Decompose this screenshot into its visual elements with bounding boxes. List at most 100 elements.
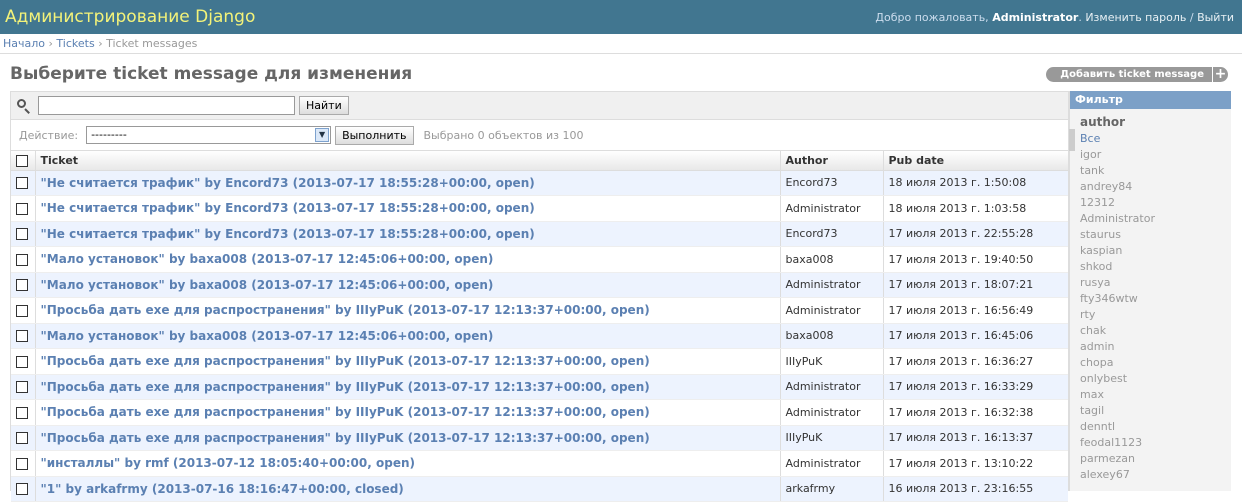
row-checkbox[interactable] (16, 279, 28, 292)
chevron-down-icon: ▼ (315, 128, 330, 142)
breadcrumb-tickets[interactable]: Tickets (56, 37, 94, 50)
row-checkbox[interactable] (16, 406, 28, 419)
row-checkbox[interactable] (16, 228, 28, 241)
search-toolbar: Найти (11, 92, 1068, 120)
table-row: "Просьба дать exe для распространения" b… (11, 348, 1068, 375)
row-select-cell (11, 450, 35, 477)
filter-item[interactable]: tagil (1080, 403, 1231, 419)
filter-field-title: author (1080, 115, 1126, 129)
filter-item[interactable]: tank (1080, 163, 1231, 179)
ticket-link[interactable]: "Просьба дать exe для распространения" b… (41, 303, 650, 317)
action-select[interactable]: --------- ▼ (86, 126, 332, 144)
pub-date-cell: 17 июля 2013 г. 16:13:37 (882, 425, 1068, 451)
filter-item[interactable]: chak (1080, 323, 1231, 339)
filter-item[interactable]: admin (1080, 339, 1231, 355)
ticket-link[interactable]: "Просьба дать exe для распространения" b… (41, 354, 650, 368)
column-header-pub-date[interactable]: Pub date (882, 151, 1068, 171)
row-checkbox[interactable] (16, 253, 28, 266)
row-select-cell (11, 399, 35, 426)
breadcrumb-home[interactable]: Начало (3, 37, 45, 50)
table-row: "Просьба дать exe для распространения" b… (11, 297, 1068, 324)
filter-item[interactable]: Все (1080, 131, 1231, 147)
row-checkbox[interactable] (16, 355, 28, 368)
ticket-cell: "инсталлы" by rmf (2013-07-12 18:05:40+0… (34, 450, 780, 477)
ticket-link[interactable]: "Мало установок" by baxa008 (2013-07-17 … (41, 278, 494, 292)
filter-item[interactable]: rty (1080, 307, 1231, 323)
add-ticket-message-button[interactable]: Добавить ticket message + (1046, 67, 1228, 82)
search-button[interactable]: Найти (299, 96, 349, 115)
actions-bar: Действие: --------- ▼ Выполнить Выбрано … (11, 120, 1068, 151)
search-input[interactable] (38, 96, 295, 115)
changelist: Найти Действие: --------- ▼ Выполнить Вы… (10, 91, 1069, 502)
row-checkbox[interactable] (16, 177, 28, 190)
row-select-cell (11, 272, 35, 298)
page-title: Выберите ticket message для изменения (10, 64, 413, 84)
author-cell: IIIyPuK (779, 425, 883, 451)
select-all-checkbox[interactable] (16, 154, 28, 167)
filter-item[interactable]: fty346wtw (1080, 291, 1231, 307)
row-select-cell (11, 246, 35, 273)
ticket-cell: "Не считается трафик" by Encord73 (2013-… (34, 195, 780, 222)
filter-item[interactable]: rusya (1080, 275, 1231, 291)
ticket-cell: "Мало установок" by baxa008 (2013-07-17 … (34, 272, 780, 298)
change-password-link[interactable]: Изменить пароль (1085, 11, 1186, 24)
filter-item[interactable]: max (1080, 387, 1231, 403)
pub-date-cell: 17 июля 2013 г. 13:10:22 (882, 450, 1068, 477)
row-select-cell (11, 425, 35, 451)
filter-item[interactable]: shkod (1080, 259, 1231, 275)
ticket-link[interactable]: "Мало установок" by baxa008 (2013-07-17 … (41, 329, 494, 343)
filter-item[interactable]: parmezan (1080, 451, 1231, 467)
author-cell: Administrator (779, 297, 883, 324)
ticket-cell: "Просьба дать exe для распространения" b… (34, 374, 780, 400)
filter-item[interactable]: chopa (1080, 355, 1231, 371)
row-checkbox[interactable] (16, 432, 28, 445)
row-checkbox[interactable] (16, 483, 28, 496)
row-checkbox[interactable] (16, 381, 28, 394)
ticket-link[interactable]: "Не считается трафик" by Encord73 (2013-… (41, 227, 535, 241)
row-checkbox[interactable] (16, 304, 28, 317)
add-button-label: Добавить ticket message (1060, 69, 1204, 80)
author-cell: Administrator (779, 195, 883, 222)
logout-link[interactable]: Выйти (1197, 11, 1234, 24)
run-action-button[interactable]: Выполнить (335, 125, 414, 145)
ticket-link[interactable]: "Мало установок" by baxa008 (2013-07-17 … (41, 252, 494, 266)
breadcrumb-current: Ticket messages (106, 37, 198, 50)
search-icon (16, 98, 32, 114)
author-cell: Encord73 (779, 170, 883, 196)
filter-item[interactable]: denntl (1080, 419, 1231, 435)
separator: / (1189, 10, 1194, 24)
filter-item[interactable]: Administrator (1080, 211, 1231, 227)
filter-item[interactable]: feodal1123 (1080, 435, 1231, 451)
filter-item[interactable]: onlybest (1080, 371, 1231, 387)
filter-item[interactable]: alexey67 (1080, 467, 1231, 483)
filter-item[interactable]: andrey84 (1080, 179, 1231, 195)
ticket-link[interactable]: "Не считается трафик" by Encord73 (2013-… (41, 201, 535, 215)
filter-item[interactable]: kaspian (1080, 243, 1231, 259)
table-row: "Не считается трафик" by Encord73 (2013-… (11, 195, 1068, 222)
ticket-link[interactable]: "инсталлы" by rmf (2013-07-12 18:05:40+0… (41, 456, 416, 470)
ticket-link[interactable]: "Не считается трафик" by Encord73 (2013-… (41, 176, 535, 190)
ticket-link[interactable]: "Просьба дать exe для распространения" b… (41, 431, 650, 445)
row-checkbox[interactable] (16, 202, 28, 215)
column-header-author[interactable]: Author (779, 151, 883, 171)
author-cell: Administrator (779, 374, 883, 400)
row-select-cell (11, 323, 35, 349)
table-row: "Просьба дать exe для распространения" b… (11, 399, 1068, 426)
ticket-link[interactable]: "Просьба дать exe для распространения" b… (41, 380, 650, 394)
pub-date-cell: 17 июля 2013 г. 16:45:06 (882, 323, 1068, 349)
ticket-link[interactable]: "Просьба дать exe для распространения" b… (41, 405, 650, 419)
table-row: "Просьба дать exe для распространения" b… (11, 425, 1068, 451)
row-checkbox[interactable] (16, 457, 28, 470)
table-row: "Просьба дать exe для распространения" b… (11, 374, 1068, 400)
breadcrumb-separator: › (98, 37, 103, 50)
column-header-ticket[interactable]: Ticket (34, 151, 780, 171)
scrollbar[interactable] (1069, 129, 1075, 151)
site-branding[interactable]: Администрирование Django (5, 7, 255, 27)
row-checkbox[interactable] (16, 330, 28, 343)
filter-item[interactable]: staurus (1080, 227, 1231, 243)
filter-item[interactable]: 12312 (1080, 195, 1231, 211)
action-select-value: --------- (91, 128, 127, 141)
filter-item[interactable]: igor (1080, 147, 1231, 163)
row-select-cell (11, 170, 35, 196)
ticket-cell: "Не считается трафик" by Encord73 (2013-… (34, 221, 780, 247)
